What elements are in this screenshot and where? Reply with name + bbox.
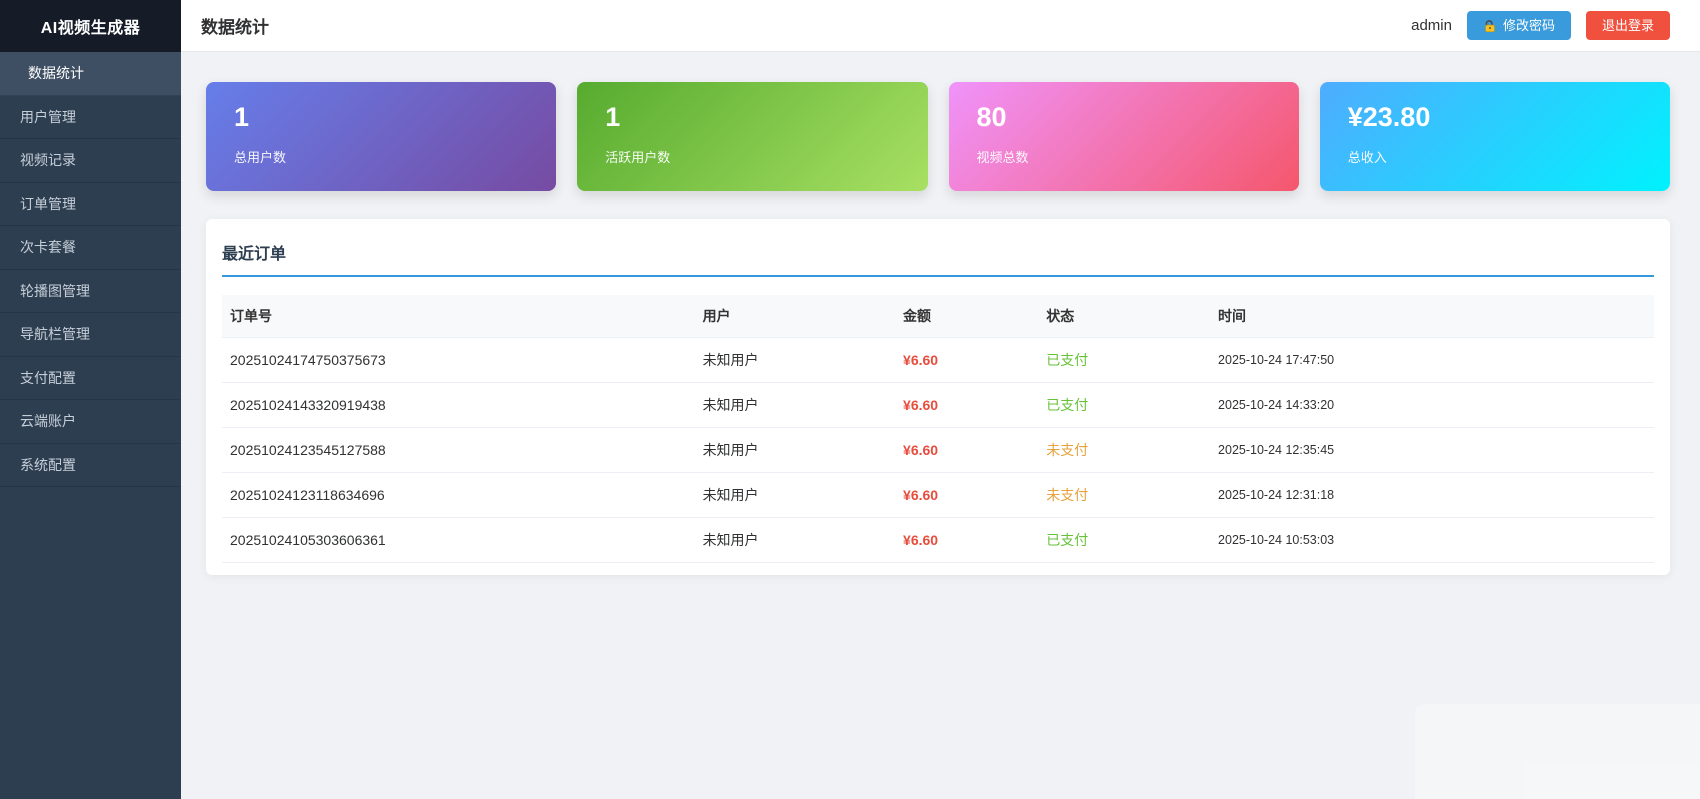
status-badge: 未支付 [1046, 442, 1088, 458]
status-badge: 已支付 [1046, 532, 1088, 548]
status-badge: 已支付 [1046, 352, 1088, 368]
content: 1 总用户数 1 活跃用户数 80 视频总数 ¥23.80 总收入 最近订单 [181, 52, 1700, 575]
username: admin [1411, 17, 1452, 34]
order-no-cell: 20251024143320919438 [222, 383, 695, 428]
amount-cell: ¥6.60 [895, 338, 1038, 383]
table-row: 20251024143320919438 未知用户 ¥6.60 已支付 2025… [222, 383, 1654, 428]
sidebar-item-users[interactable]: 用户管理 [0, 96, 181, 140]
amount-value: ¥6.60 [903, 397, 938, 413]
sidebar-item-orders[interactable]: 订单管理 [0, 183, 181, 227]
order-no-cell: 20251024123118634696 [222, 473, 695, 518]
stat-value: 80 [977, 101, 1271, 135]
column-header-time: 时间 [1210, 295, 1654, 338]
change-password-label: 修改密码 [1503, 18, 1555, 34]
change-password-button[interactable]: 修改密码 [1467, 11, 1571, 41]
status-cell: 未支付 [1038, 428, 1210, 473]
sidebar-item-videos[interactable]: 视频记录 [0, 139, 181, 183]
column-header-user: 用户 [695, 295, 895, 338]
stat-label: 活跃用户数 [605, 147, 899, 166]
amount-cell: ¥6.60 [895, 383, 1038, 428]
time-cell: 2025-10-24 12:35:45 [1210, 428, 1654, 473]
time-cell: 2025-10-24 12:31:18 [1210, 473, 1654, 518]
user-cell: 未知用户 [695, 428, 895, 473]
app-logo: AI视频生成器 [0, 0, 181, 52]
user-cell: 未知用户 [695, 473, 895, 518]
user-cell: 未知用户 [695, 518, 895, 563]
user-cell: 未知用户 [695, 338, 895, 383]
stat-card-total-revenue: ¥23.80 总收入 [1320, 82, 1670, 191]
amount-value: ¥6.60 [903, 352, 938, 368]
order-no-cell: 20251024105303606361 [222, 518, 695, 563]
status-badge: 已支付 [1046, 397, 1088, 413]
stat-card-total-videos: 80 视频总数 [949, 82, 1299, 191]
time-cell: 2025-10-24 14:33:20 [1210, 383, 1654, 428]
status-cell: 已支付 [1038, 518, 1210, 563]
table-row: 20251024123118634696 未知用户 ¥6.60 未支付 2025… [222, 473, 1654, 518]
logout-label: 退出登录 [1602, 18, 1654, 34]
amount-value: ¥6.60 [903, 532, 938, 548]
topbar-right: admin 修改密码 退出登录 [1411, 11, 1670, 41]
time-cell: 2025-10-24 17:47:50 [1210, 338, 1654, 383]
stat-card-active-users: 1 活跃用户数 [577, 82, 927, 191]
page-title: 数据统计 [201, 13, 269, 38]
stat-value: 1 [605, 101, 899, 135]
amount-cell: ¥6.60 [895, 428, 1038, 473]
status-cell: 已支付 [1038, 383, 1210, 428]
sidebar-item-stats[interactable]: 数据统计 [0, 52, 181, 96]
amount-value: ¥6.60 [903, 442, 938, 458]
user-cell: 未知用户 [695, 383, 895, 428]
status-badge: 未支付 [1046, 487, 1088, 503]
sidebar-item-banners[interactable]: 轮播图管理 [0, 270, 181, 314]
sidebar-item-navbar[interactable]: 导航栏管理 [0, 313, 181, 357]
amount-cell: ¥6.60 [895, 518, 1038, 563]
table-row: 20251024105303606361 未知用户 ¥6.60 已支付 2025… [222, 518, 1654, 563]
order-no-cell: 20251024174750375673 [222, 338, 695, 383]
stat-value: ¥23.80 [1348, 101, 1642, 135]
sidebar-item-system[interactable]: 系统配置 [0, 444, 181, 488]
stat-cards: 1 总用户数 1 活跃用户数 80 视频总数 ¥23.80 总收入 [206, 82, 1670, 191]
table-row: 20251024123545127588 未知用户 ¥6.60 未支付 2025… [222, 428, 1654, 473]
status-cell: 已支付 [1038, 338, 1210, 383]
stat-label: 总收入 [1348, 147, 1642, 166]
panel-title: 最近订单 [222, 235, 1654, 277]
column-header-order-no: 订单号 [222, 295, 695, 338]
column-header-status: 状态 [1038, 295, 1210, 338]
sidebar-item-payment[interactable]: 支付配置 [0, 357, 181, 401]
recent-orders-panel: 最近订单 订单号 用户 金额 状态 时间 20251024174 [206, 219, 1670, 575]
sidebar-item-cloud-accounts[interactable]: 云端账户 [0, 400, 181, 444]
sidebar: AI视频生成器 数据统计 用户管理 视频记录 订单管理 次卡套餐 轮播图管理 导… [0, 0, 181, 799]
logout-button[interactable]: 退出登录 [1586, 11, 1670, 41]
time-cell: 2025-10-24 10:53:03 [1210, 518, 1654, 563]
stat-label: 总用户数 [234, 147, 528, 166]
stat-card-total-users: 1 总用户数 [206, 82, 556, 191]
table-row: 20251024174750375673 未知用户 ¥6.60 已支付 2025… [222, 338, 1654, 383]
amount-value: ¥6.60 [903, 487, 938, 503]
status-cell: 未支付 [1038, 473, 1210, 518]
order-no-cell: 20251024123545127588 [222, 428, 695, 473]
column-header-amount: 金额 [895, 295, 1038, 338]
orders-table: 订单号 用户 金额 状态 时间 20251024174750375673 未知用… [222, 295, 1654, 563]
lock-icon [1483, 19, 1497, 33]
sidebar-menu: 数据统计 用户管理 视频记录 订单管理 次卡套餐 轮播图管理 导航栏管理 支付配… [0, 52, 181, 487]
sidebar-item-packages[interactable]: 次卡套餐 [0, 226, 181, 270]
table-header-row: 订单号 用户 金额 状态 时间 [222, 295, 1654, 338]
stat-value: 1 [234, 101, 528, 135]
topbar: 数据统计 admin 修改密码 退出登录 [181, 0, 1700, 52]
amount-cell: ¥6.60 [895, 473, 1038, 518]
main-area: 数据统计 admin 修改密码 退出登录 1 [181, 0, 1700, 799]
stat-label: 视频总数 [977, 147, 1271, 166]
